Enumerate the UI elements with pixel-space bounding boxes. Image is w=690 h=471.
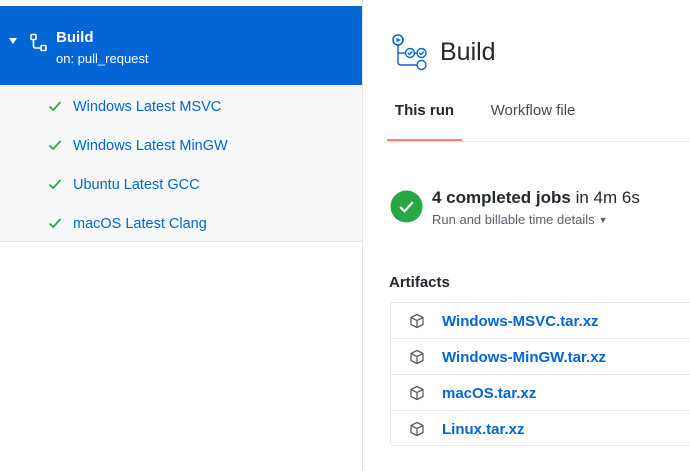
artifacts-list: Windows-MSVC.tar.xz Windows-MinGW.tar.xz…	[390, 302, 690, 446]
job-item-windows-msvc[interactable]: Windows Latest MSVC	[0, 87, 362, 126]
artifact-link[interactable]: macOS.tar.xz	[442, 385, 536, 403]
artifact-link[interactable]: Windows-MSVC.tar.xz	[442, 313, 599, 331]
artifact-item: Windows-MinGW.tar.xz	[391, 339, 690, 375]
package-icon	[410, 421, 424, 437]
job-label: Ubuntu Latest GCC	[73, 177, 200, 193]
artifact-item: macOS.tar.xz	[391, 375, 690, 411]
workflow-title: Build	[56, 29, 94, 46]
package-icon	[410, 349, 424, 365]
artifacts-heading: Artifacts	[389, 274, 450, 291]
run-duration: in 4m 6s	[570, 188, 640, 207]
check-icon	[48, 101, 62, 112]
workflow-trigger: on: pull_request	[56, 51, 149, 66]
run-main-panel: Build This run Workflow file 4 completed…	[363, 0, 690, 471]
run-summary: 4 completed jobs in 4m 6s	[432, 188, 640, 208]
job-label: Windows Latest MinGW	[73, 138, 228, 154]
workflow-sidebar: Build on: pull_request Windows Latest MS…	[0, 0, 363, 471]
artifact-link[interactable]: Linux.tar.xz	[442, 421, 525, 439]
success-check-circle-icon	[390, 190, 423, 223]
check-icon	[48, 179, 62, 190]
workflow-header[interactable]: Build on: pull_request	[0, 6, 362, 85]
artifact-link[interactable]: Windows-MinGW.tar.xz	[442, 349, 606, 367]
tab-workflow-file[interactable]: Workflow file	[483, 88, 583, 140]
tab-this-run[interactable]: This run	[387, 88, 462, 141]
caret-down-icon: ▼	[598, 215, 608, 225]
job-label: Windows Latest MSVC	[73, 99, 222, 115]
completed-jobs-count: 4 completed jobs	[432, 188, 571, 207]
job-list: Windows Latest MSVC Windows Latest MinGW…	[0, 85, 362, 242]
package-icon	[410, 313, 424, 329]
artifact-item: Linux.tar.xz	[391, 411, 690, 447]
job-item-windows-mingw[interactable]: Windows Latest MinGW	[0, 126, 362, 165]
job-item-macos-clang[interactable]: macOS Latest Clang	[0, 204, 362, 243]
run-tabs: This run Workflow file	[387, 88, 690, 142]
caret-down-icon[interactable]	[8, 36, 18, 46]
job-label: macOS Latest Clang	[73, 216, 207, 232]
billable-time-label: Run and billable time details	[432, 212, 595, 227]
package-icon	[410, 385, 424, 401]
artifact-item: Windows-MSVC.tar.xz	[391, 303, 690, 339]
check-icon	[48, 140, 62, 151]
check-icon	[48, 218, 62, 229]
workflow-graph-icon	[392, 34, 427, 71]
billable-time-toggle[interactable]: Run and billable time details ▼	[432, 212, 608, 228]
workflow-icon	[30, 33, 47, 52]
page-title: Build	[440, 38, 496, 66]
job-item-ubuntu-gcc[interactable]: Ubuntu Latest GCC	[0, 165, 362, 204]
